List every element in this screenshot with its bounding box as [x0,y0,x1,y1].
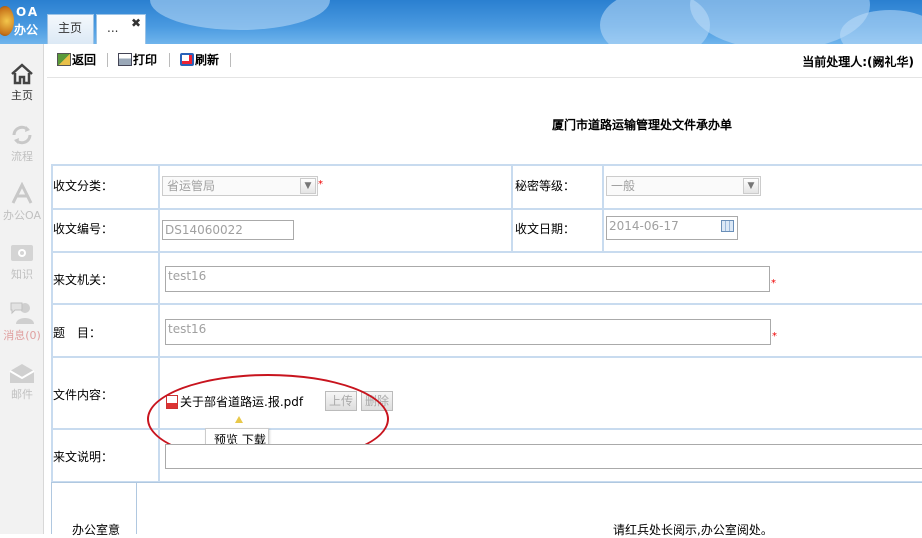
subject-label: 题 目： [53,326,102,340]
toolbar-divider [107,53,108,67]
table-line [136,482,137,534]
print-icon [118,53,132,66]
secret-level-label: 秘密等级： [515,179,576,193]
logo-text-bottom: 办公 [14,23,39,37]
category-label: 收文分类： [53,179,114,193]
sidebar-item-label: 办公OA [3,209,41,222]
mail-icon [9,364,35,383]
chevron-down-icon: ▼ [743,178,759,194]
category-select-value: 省运管局 [167,179,216,193]
toolbar: 返回 打印 刷新 当前处理人:(阙礼华) [47,44,922,78]
form-title: 厦门市道路运输管理处文件承办单 [552,118,733,132]
refresh-button[interactable]: 刷新 [180,52,219,70]
required-mark: * [771,278,776,289]
sidebar-item-label: 邮件 [11,388,33,401]
toolbar-divider [230,53,231,67]
office-icon [11,182,33,204]
secret-level-select[interactable]: 一般 ▼ [606,176,761,196]
print-button-label: 打印 [133,53,158,67]
refresh-button-label: 刷新 [195,53,220,67]
calendar-icon[interactable] [721,220,734,232]
app-logo: OA 办公 [0,4,44,40]
table-line [51,303,922,305]
office-opinion-text: 请红兵处长阅示,办公室阅处。 [613,523,773,537]
refresh-icon [180,53,194,66]
source-agency-label: 来文机关： [53,273,114,287]
close-icon[interactable]: ✖ [131,10,141,36]
table-line [51,208,922,210]
sidebar-item-knowledge[interactable]: 知识 [0,235,44,293]
back-button-label: 返回 [72,53,97,67]
print-button[interactable]: 打印 [118,52,157,70]
top-header: OA 办公 主页 ... ✖ [0,0,922,44]
table-line [602,164,604,252]
sidebar-item-office[interactable]: 办公OA [0,176,44,234]
sidebar-item-mail[interactable]: 邮件 [0,355,44,413]
category-select[interactable]: 省运管局 ▼ [162,176,318,196]
sidebar-item-home[interactable]: 主页 [0,56,44,114]
sidebar-item-workflow[interactable]: 流程 [0,117,44,175]
tab-home[interactable]: 主页 [47,14,94,44]
sidebar-item-label: 主页 [11,89,33,102]
sidebar-item-label: 知识 [11,268,33,281]
toolbar-divider [169,53,170,67]
required-mark: * [772,331,777,342]
workflow-icon [12,125,32,145]
tab-current-document-label: ... [107,21,119,35]
subject-input[interactable]: test16 [165,319,771,345]
back-icon [57,53,71,66]
receive-date-label: 收文日期： [515,222,576,236]
header-cloud [150,0,330,30]
doc-number-label: 收文编号： [53,222,114,236]
table-line [51,164,922,166]
receive-date-value: 2014-06-17 [609,219,679,233]
table-line [51,356,922,358]
office-opinion-section [51,482,922,534]
doc-number-input[interactable]: DS14060022 [162,220,294,240]
tab-current-document[interactable]: ... ✖ [96,14,146,44]
sidebar-item-messages[interactable]: 消息(0) [0,294,44,352]
message-icon [10,302,34,324]
left-sidebar: 主页 流程 办公OA 知识 消息(0) 邮件 [0,44,44,534]
chevron-down-icon: ▼ [300,178,316,194]
secret-level-select-value: 一般 [611,179,636,193]
sidebar-item-label: 消息(0) [3,329,41,342]
content-label: 文件内容： [53,388,114,402]
remark-label: 来文说明： [53,450,114,464]
table-line [51,164,53,482]
logo-emblem-icon [0,6,14,36]
required-mark: * [318,179,323,190]
table-line [51,251,922,253]
source-agency-input[interactable]: test16 [165,266,770,292]
knowledge-icon [11,245,33,261]
logo-text-top: OA [16,5,40,19]
document-form: 厦门市道路运输管理处文件承办单 收文分类： 省运管局 ▼ * 秘密等级： 一般 … [47,78,922,537]
back-button[interactable]: 返回 [57,52,96,70]
home-icon [11,63,33,85]
office-opinion-label: 办公室意 [72,523,121,537]
table-line [511,164,513,252]
receive-date-input[interactable]: 2014-06-17 [606,216,738,240]
sidebar-item-label: 流程 [11,150,33,163]
current-handler: 当前处理人:(阙礼华) [802,55,914,69]
remark-input[interactable] [165,444,922,469]
